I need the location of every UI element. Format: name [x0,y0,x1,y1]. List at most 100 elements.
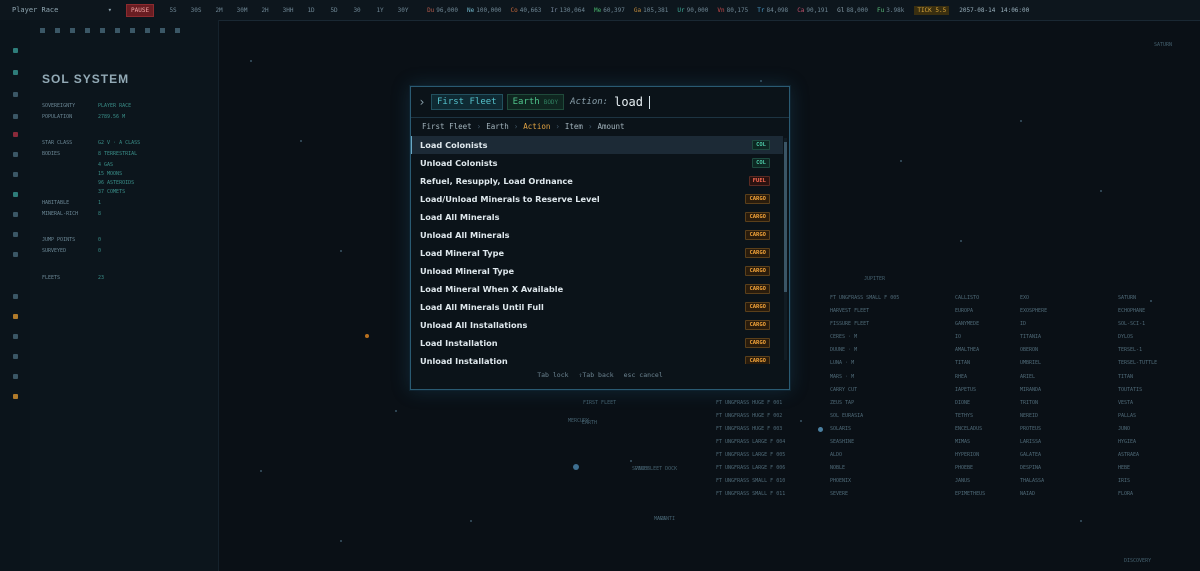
fleet-entry[interactable]: FT UNGFRASS LARGE F 004 [716,439,785,452]
fleet-entry[interactable]: DYLOS [1118,334,1157,347]
fleet-entry[interactable]: AMALTHEA [955,347,985,360]
breadcrumb-step[interactable]: First Fleet [422,122,472,131]
action-item[interactable]: Load All Minerals Until Full CARGO [411,298,783,316]
speed-button[interactable]: 2H [255,7,275,14]
fleet-entry[interactable]: NOBLE [830,465,899,478]
panel-tab[interactable] [175,28,180,33]
map-label[interactable]: DISCOVERY [1124,558,1151,564]
panel-tab[interactable] [100,28,105,33]
fleet-entry[interactable]: CALLISTO [955,295,985,308]
coin-icon[interactable] [13,314,18,319]
fleet-entry[interactable]: FT UNGFRASS HUGE F 001 [716,400,785,413]
panel-tab[interactable] [145,28,150,33]
ship-icon[interactable] [13,172,18,177]
gear-icon[interactable] [13,334,18,339]
fleet-entry[interactable]: MIMAS [955,439,985,452]
fleet-entry[interactable]: TITANIA [1020,334,1047,347]
fleet-entry[interactable]: RHEA [955,374,985,387]
fleet-entry[interactable]: SOL-SCI-1 [1118,321,1157,334]
fleet-entry[interactable]: FT UNGFRASS LARGE F 005 [716,452,785,465]
fleet-entry[interactable]: FT UNGFRASS SMALL F 010 [716,478,785,491]
fleet-entry[interactable]: EUROPA [955,308,985,321]
fleet-entry[interactable]: HARVEST FLEET [830,308,899,321]
map-label[interactable]: FIRST FLEET [583,400,616,406]
fleet-entry[interactable]: FT UNGFRASS HUGE F 003 [716,426,785,439]
wrench-icon[interactable] [13,92,18,97]
fleet-entry[interactable]: GANYMEDE [955,321,985,334]
fleet-entry[interactable]: IAPETUS [955,387,985,400]
breadcrumb-step[interactable]: Item [565,122,583,131]
fleet-entry[interactable]: TERSEL-TUTTLE [1118,360,1157,373]
fleet-entry[interactable]: NEREID [1020,413,1047,426]
fleet-entry[interactable]: OBERON [1020,347,1047,360]
map-label[interactable]: AVANTI [657,516,675,522]
speed-button[interactable]: 1D [301,7,321,14]
person-icon[interactable] [13,192,18,197]
fleet-entry[interactable]: FT UNGFRASS SMALL F 005 [830,295,899,308]
fleet-entry[interactable]: TETHYS [955,413,985,426]
fleet-entry[interactable]: SEVERE [830,491,899,504]
speed-button[interactable]: 1Y [370,7,390,14]
fleet-token[interactable]: First Fleet [431,94,503,110]
command-query[interactable]: load [614,95,643,109]
chat-icon[interactable] [13,374,18,379]
fleet-entry[interactable]: HEBE [1118,465,1157,478]
fleet-entry[interactable]: EXO [1020,295,1047,308]
fleet-entry[interactable]: ID [1020,321,1047,334]
fleet-entry[interactable]: PROTEUS [1020,426,1047,439]
fleet-icon[interactable] [13,70,18,75]
action-item[interactable]: Load Colonists COL [411,136,783,154]
fleet-entry[interactable]: EPIMETHEUS [955,491,985,504]
breadcrumb-step[interactable]: Action [523,122,550,131]
speed-button[interactable]: 3HH [278,7,298,14]
map-label[interactable]: MERCURY [568,418,589,424]
fleet-entry[interactable]: TITAN [955,360,985,373]
fleet-entry[interactable]: HYGIEA [1118,439,1157,452]
star-icon[interactable] [13,152,18,157]
action-item[interactable]: Load All Minerals CARGO [411,208,783,226]
fleet-entry[interactable]: TOUTATIS [1118,387,1157,400]
panel-tab[interactable] [160,28,165,33]
fleet-entry[interactable]: IRIS [1118,478,1157,491]
action-item[interactable]: Unload Installation CARGO [411,352,783,364]
fleet-entry[interactable]: UMBRIEL [1020,360,1047,373]
fleet-entry[interactable]: FT UNGFRASS SMALL F 011 [716,491,785,504]
doc-icon[interactable] [13,252,18,257]
panel-tab[interactable] [85,28,90,33]
speed-button[interactable]: 5D [324,7,344,14]
scrollbar[interactable] [784,138,787,360]
fleet-entry[interactable]: TITAN [1118,374,1157,387]
fleet-entry[interactable]: CARRY CUT [830,387,899,400]
action-item[interactable]: Load Installation CARGO [411,334,783,352]
alert-icon[interactable] [13,132,18,137]
warning-icon[interactable] [13,394,18,399]
fleet-entry[interactable]: LUNA · M [830,360,899,373]
fleet-entry[interactable]: ASTRAEA [1118,452,1157,465]
fleet-entry[interactable]: JANUS [955,478,985,491]
map-label[interactable]: JUPITER [864,276,885,282]
breadcrumb-step[interactable]: Amount [597,122,624,131]
fleet-entry[interactable]: DIONE [955,400,985,413]
panel-tab[interactable] [115,28,120,33]
action-item[interactable]: Load/Unload Minerals to Reserve Level CAR… [411,190,783,208]
map-label[interactable]: SPACEFLEET DOCK [632,466,677,472]
speed-button[interactable]: 30S [186,7,206,14]
speed-button[interactable]: 30M [232,7,252,14]
fleet-entry[interactable]: PALLAS [1118,413,1157,426]
panel-tab[interactable] [55,28,60,33]
fleet-entry[interactable]: MIRANDA [1020,387,1047,400]
fleet-entry[interactable]: MARS · M [830,374,899,387]
fleet-entry[interactable]: JUNO [1118,426,1157,439]
fleet-entry[interactable]: DUUNE · M [830,347,899,360]
action-item[interactable]: Unload All Minerals CARGO [411,226,783,244]
planet-marker[interactable] [365,334,369,338]
fleet-entry[interactable]: IO [955,334,985,347]
fleet-entry[interactable]: FT UNGFRASS LARGE F 006 [716,465,785,478]
action-item[interactable]: Unload Mineral Type CARGO [411,262,783,280]
fleet-entry[interactable]: VESTA [1118,400,1157,413]
tool-icon[interactable] [13,294,18,299]
action-item[interactable]: Load Mineral When X Available CARGO [411,280,783,298]
panel-tab[interactable] [130,28,135,33]
fleet-entry[interactable]: CERES · M [830,334,899,347]
panel-tab[interactable] [70,28,75,33]
